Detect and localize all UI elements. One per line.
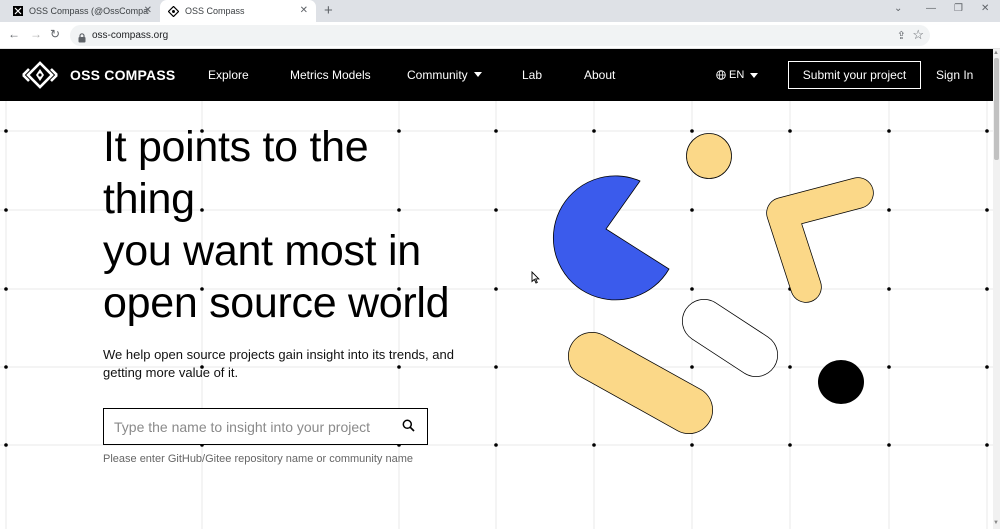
black-circle bbox=[818, 360, 864, 404]
url-text: oss-compass.org bbox=[92, 30, 169, 41]
address-bar: ← → ↻ oss-compass.org ⇪ ☆ R ⋮ bbox=[0, 22, 1000, 64]
headline-line: thing bbox=[103, 175, 195, 223]
nav-metrics-models[interactable]: Metrics Models bbox=[290, 68, 371, 82]
headline-line: open source world bbox=[103, 279, 450, 327]
close-window-icon[interactable]: ✕ bbox=[981, 3, 989, 14]
scroll-up-icon[interactable]: ▲ bbox=[993, 50, 999, 56]
nav-lab[interactable]: Lab bbox=[522, 68, 542, 82]
x-logo-icon bbox=[12, 6, 23, 17]
submit-project-button[interactable]: Submit your project bbox=[788, 61, 921, 89]
nav-explore[interactable]: Explore bbox=[208, 68, 249, 82]
globe-icon bbox=[716, 70, 726, 80]
minimize-icon[interactable]: — bbox=[926, 3, 936, 14]
site-header: OSS COMPASS Explore Metrics Models Commu… bbox=[0, 49, 993, 101]
url-field[interactable]: oss-compass.org ⇪ ☆ bbox=[70, 25, 930, 46]
search-hint: Please enter GitHub/Gitee repository nam… bbox=[103, 453, 413, 465]
logo-text: OSS COMPASS bbox=[70, 67, 176, 83]
nav-community[interactable]: Community bbox=[407, 68, 482, 82]
project-search-box bbox=[103, 408, 428, 445]
headline-line: you want most in bbox=[103, 227, 421, 275]
language-label: EN bbox=[729, 69, 745, 81]
tab-close-icon[interactable]: ✕ bbox=[300, 5, 308, 16]
tab-title: OSS Compass (@OssCompass) / Twitter bbox=[29, 6, 149, 16]
nav-about[interactable]: About bbox=[584, 68, 615, 82]
scrollbar-thumb[interactable] bbox=[994, 58, 999, 160]
search-icon[interactable] bbox=[402, 419, 415, 437]
sign-in-link[interactable]: Sign In bbox=[936, 68, 973, 82]
browser-tab-twitter[interactable]: OSS Compass (@OssCompass) / Twitter ✕ bbox=[0, 0, 160, 22]
mouse-cursor-icon bbox=[531, 271, 540, 284]
tab-search-icon[interactable]: ⌄ bbox=[894, 3, 902, 14]
browser-tab-bar: OSS Compass (@OssCompass) / Twitter ✕ OS… bbox=[0, 0, 1000, 22]
site-logo[interactable]: OSS COMPASS bbox=[20, 61, 175, 89]
caret-down-icon bbox=[473, 72, 482, 77]
compass-logo-icon bbox=[22, 61, 58, 89]
hero-section: It points to the thing you want most in … bbox=[0, 101, 993, 529]
yellow-small-circle bbox=[686, 133, 732, 179]
back-icon[interactable]: ← bbox=[8, 27, 20, 41]
scroll-down-icon[interactable]: ▼ bbox=[993, 520, 999, 526]
restore-icon[interactable]: ❐ bbox=[954, 3, 963, 14]
browser-tab-oss-compass[interactable]: OSS Compass ✕ bbox=[160, 0, 316, 22]
share-icon[interactable]: ⇪ bbox=[897, 29, 906, 42]
caret-down-icon bbox=[750, 72, 759, 78]
lock-icon bbox=[78, 30, 86, 43]
tab-close-icon[interactable]: ✕ bbox=[144, 5, 152, 16]
forward-icon[interactable]: → bbox=[30, 27, 42, 41]
tab-title: OSS Compass bbox=[185, 6, 245, 16]
blue-pacman-shape bbox=[552, 175, 670, 301]
headline-line: It points to the bbox=[103, 123, 369, 171]
project-search-input[interactable] bbox=[114, 417, 384, 437]
bookmark-star-icon[interactable]: ☆ bbox=[912, 27, 924, 43]
nav-community-label: Community bbox=[407, 68, 468, 82]
compass-favicon-icon bbox=[168, 5, 179, 17]
new-tab-icon[interactable]: + bbox=[324, 2, 333, 19]
hero-headline: It points to the thing you want most in … bbox=[103, 121, 503, 329]
hero-subtitle: We help open source projects gain insigh… bbox=[103, 347, 454, 380]
language-selector[interactable]: EN bbox=[716, 69, 759, 81]
reload-icon[interactable]: ↻ bbox=[50, 27, 60, 41]
